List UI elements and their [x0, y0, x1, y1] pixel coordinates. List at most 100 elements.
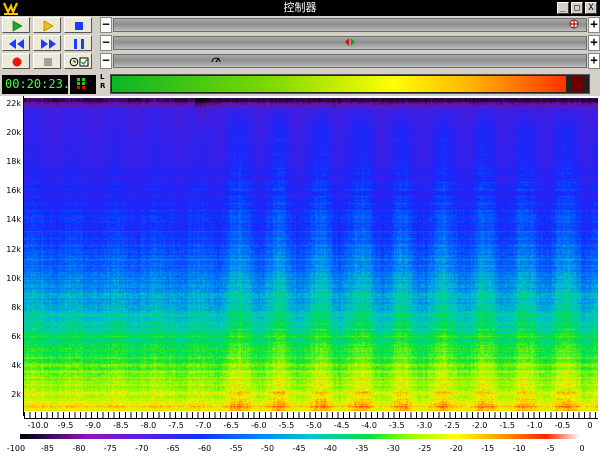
rewind-button[interactable] [2, 35, 30, 51]
frequency-tick: 10k [6, 273, 21, 283]
time-display: 00:20:23.1 [2, 75, 77, 94]
record-stop-button[interactable] [33, 53, 61, 69]
play-button[interactable] [2, 17, 30, 33]
time-tick: -2.5 [444, 421, 460, 430]
time-tick: -5.0 [306, 421, 322, 430]
vu-level-bar [112, 76, 567, 92]
frequency-tick: 16k [6, 186, 21, 196]
spectrogram-panel: 22k 20k 18k 16k 14k 12k 10k 8k 6k 4k 2k -10.0 -9.5-… [0, 96, 600, 456]
frequency-tick: 22k [6, 99, 21, 108]
frequency-tick: 12k [6, 244, 21, 254]
db-color-scale: -100 -85 -80 -75 -70 -65 -60 -55 -50 -45 -40 -35 -30… [0, 432, 600, 456]
time-axis: -10.0 -9.5 -9.0 -8.5 -8.0 -7.5 -7.0 -6.5 -6.0 -5.… [24, 412, 598, 430]
db-tick: 0 [579, 444, 585, 453]
db-tick: -50 [261, 444, 275, 453]
time-tick: -7.5 [168, 421, 184, 430]
time-tick: -4.0 [361, 421, 377, 430]
pause-button[interactable] [64, 35, 92, 51]
time-tick: -9.0 [85, 421, 101, 430]
speed-slider[interactable]: − + [100, 53, 600, 69]
time-axis-ruler [24, 412, 598, 419]
vu-meter [110, 74, 590, 94]
timer-check-icon [69, 57, 89, 67]
time-tick: -9.5 [57, 421, 74, 430]
time-tick: -8.5 [112, 421, 129, 430]
record-icon [12, 57, 22, 67]
time-tick: 0 [587, 421, 593, 430]
position-slider-track[interactable] [113, 18, 587, 32]
options-button[interactable] [64, 53, 92, 69]
time-tick: -6.0 [250, 421, 267, 430]
frequency-tick: 8k [11, 302, 21, 312]
step-play-icon [43, 20, 54, 32]
frequency-tick: 4k [11, 360, 21, 370]
db-tick: -10 [512, 444, 526, 453]
minimize-button[interactable]: _ [557, 2, 569, 14]
vu-peak-marker [572, 76, 585, 92]
speed-slider-track[interactable] [113, 54, 587, 68]
fast-forward-button[interactable] [33, 35, 61, 51]
db-tick: -45 [292, 444, 306, 453]
lr-label: L R [100, 73, 110, 93]
db-tick: -40 [323, 444, 337, 453]
fast-forward-icon [41, 39, 56, 49]
balance-minus-button[interactable]: − [100, 35, 112, 51]
time-tick: -3.5 [388, 421, 405, 430]
stop-button[interactable] [64, 17, 92, 33]
pause-icon [74, 39, 84, 49]
record-button[interactable] [2, 53, 30, 69]
speed-minus-button[interactable]: − [100, 53, 112, 69]
time-tick: -10.0 [27, 421, 49, 430]
frequency-tick: 20k [6, 128, 21, 138]
step-play-button[interactable] [33, 17, 61, 33]
maximize-button[interactable]: □ [571, 2, 583, 14]
db-tick: -20 [449, 444, 463, 453]
db-tick: -70 [135, 444, 149, 453]
position-minus-button[interactable]: − [100, 17, 112, 33]
play-icon [12, 20, 23, 32]
time-tick: -1.0 [526, 421, 543, 430]
db-tick: -25 [418, 444, 432, 453]
balance-slider-thumb[interactable] [344, 36, 356, 48]
time-tick: -3.0 [416, 421, 433, 430]
db-tick: -65 [166, 444, 180, 453]
time-tick: -7.0 [195, 421, 212, 430]
frequency-axis: 22k 20k 18k 16k 14k 12k 10k 8k 6k 4k 2k [0, 96, 24, 416]
rewind-icon [9, 39, 24, 49]
title-bar[interactable]: 控制器 _ □ X [0, 0, 600, 16]
time-tick: -2.0 [471, 421, 488, 430]
time-tick: -0.5 [554, 421, 571, 430]
time-tick: -5.5 [278, 421, 295, 430]
time-tick: -1.5 [499, 421, 515, 430]
controller-window: 控制器 _ □ X − + − + − + 00:20:23.1 L R 22k… [0, 0, 600, 456]
db-tick: -30 [386, 444, 400, 453]
speed-slider-thumb[interactable] [210, 54, 222, 66]
db-gradient [20, 434, 580, 439]
db-tick: -75 [103, 444, 117, 453]
db-tick: -80 [72, 444, 86, 453]
time-tick: -8.0 [140, 421, 157, 430]
spectrogram-canvas[interactable] [24, 98, 598, 411]
db-tick: -100 [6, 444, 26, 453]
frequency-tick: 6k [11, 331, 21, 341]
window-title: 控制器 [283, 1, 317, 14]
close-button[interactable]: X [585, 2, 597, 14]
mini-level-icon [70, 75, 96, 94]
db-tick: -55 [229, 444, 243, 453]
db-tick: -5 [546, 444, 555, 453]
speed-plus-button[interactable]: + [588, 53, 600, 69]
position-plus-button[interactable]: + [588, 17, 600, 33]
position-slider-thumb[interactable] [568, 18, 580, 30]
stop-icon [75, 22, 83, 30]
right-channel-label: R [100, 82, 106, 90]
balance-plus-button[interactable]: + [588, 35, 600, 51]
left-channel-label: L [100, 73, 105, 81]
db-tick: -15 [481, 444, 495, 453]
frequency-tick: 14k [6, 215, 21, 225]
balance-slider[interactable]: − + [100, 35, 600, 51]
position-slider[interactable]: − + [100, 17, 600, 33]
time-tick: -6.5 [223, 421, 239, 430]
db-tick: -85 [40, 444, 54, 453]
db-tick: -35 [355, 444, 369, 453]
stop-icon [44, 58, 52, 66]
